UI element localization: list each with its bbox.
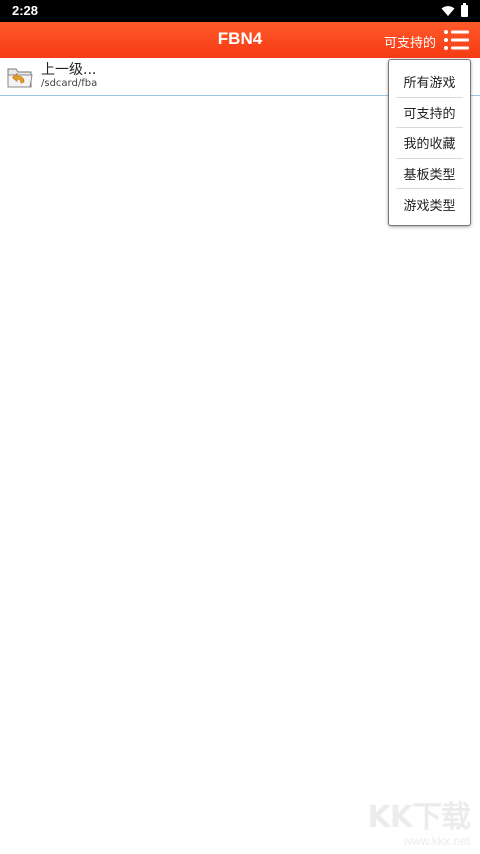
status-time: 2:28 xyxy=(12,3,39,18)
parent-row-title: 上一级... xyxy=(41,62,97,78)
battery-icon xyxy=(461,3,468,17)
current-filter-label[interactable]: 可支持的 xyxy=(384,32,436,51)
watermark-url: www.kkx.net xyxy=(403,834,470,848)
menu-item-supported[interactable]: 可支持的 xyxy=(396,98,463,128)
menu-item-game-type[interactable]: 游戏类型 xyxy=(396,189,463,220)
watermark: KK下载 www.kkx.net xyxy=(350,800,472,849)
status-icons xyxy=(441,3,468,18)
menu-item-board-type[interactable]: 基板类型 xyxy=(396,159,463,189)
filter-dropdown-menu: 所有游戏 可支持的 我的收藏 基板类型 游戏类型 xyxy=(388,59,471,226)
watermark-logo: KK下载 xyxy=(367,800,472,835)
status-bar: 2:28 xyxy=(0,0,480,22)
menu-item-all-games[interactable]: 所有游戏 xyxy=(396,67,463,98)
list-menu-icon[interactable] xyxy=(442,27,470,53)
folder-back-icon xyxy=(7,68,33,88)
parent-row-path: /sdcard/fba xyxy=(41,78,98,89)
menu-item-favorites[interactable]: 我的收藏 xyxy=(396,128,463,159)
app-bar: FBN4 可支持的 xyxy=(0,22,480,58)
wifi-icon xyxy=(441,6,455,16)
